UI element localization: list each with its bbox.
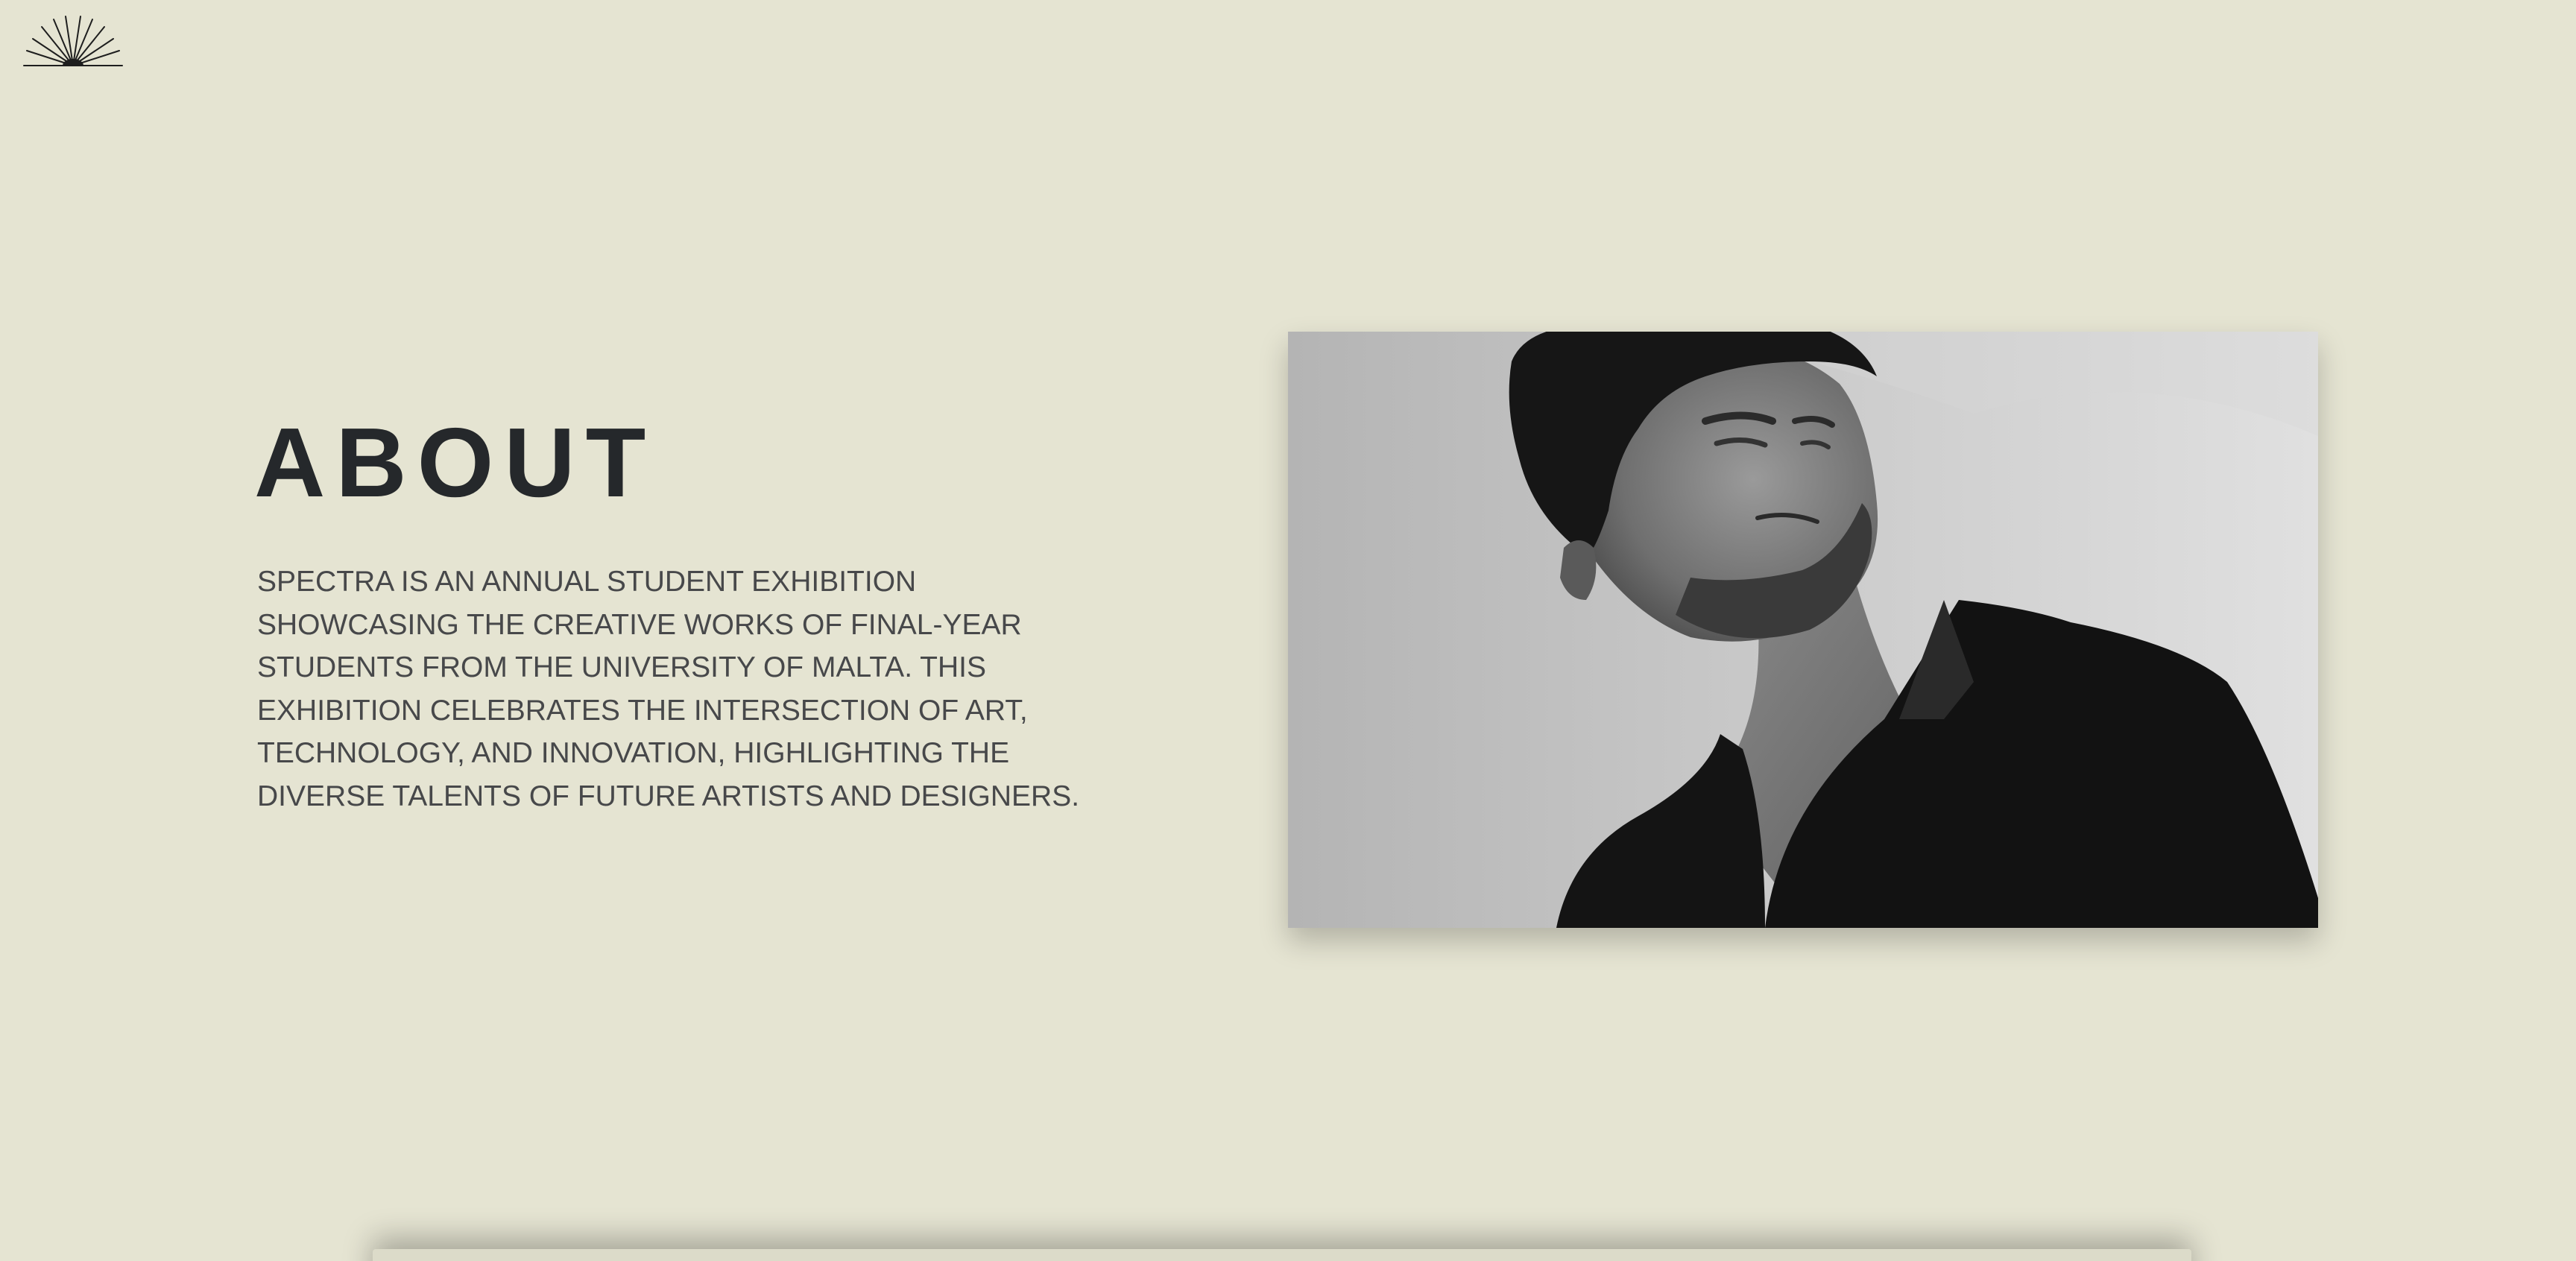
about-description: SPECTRA IS AN ANNUAL STUDENT EXHIBITION … [257, 566, 1080, 812]
sunburst-logo-icon[interactable] [22, 15, 124, 69]
hero-portrait-image [1288, 332, 2318, 928]
page-title: ABOUT [254, 408, 657, 517]
next-section-card [373, 1249, 2191, 1261]
